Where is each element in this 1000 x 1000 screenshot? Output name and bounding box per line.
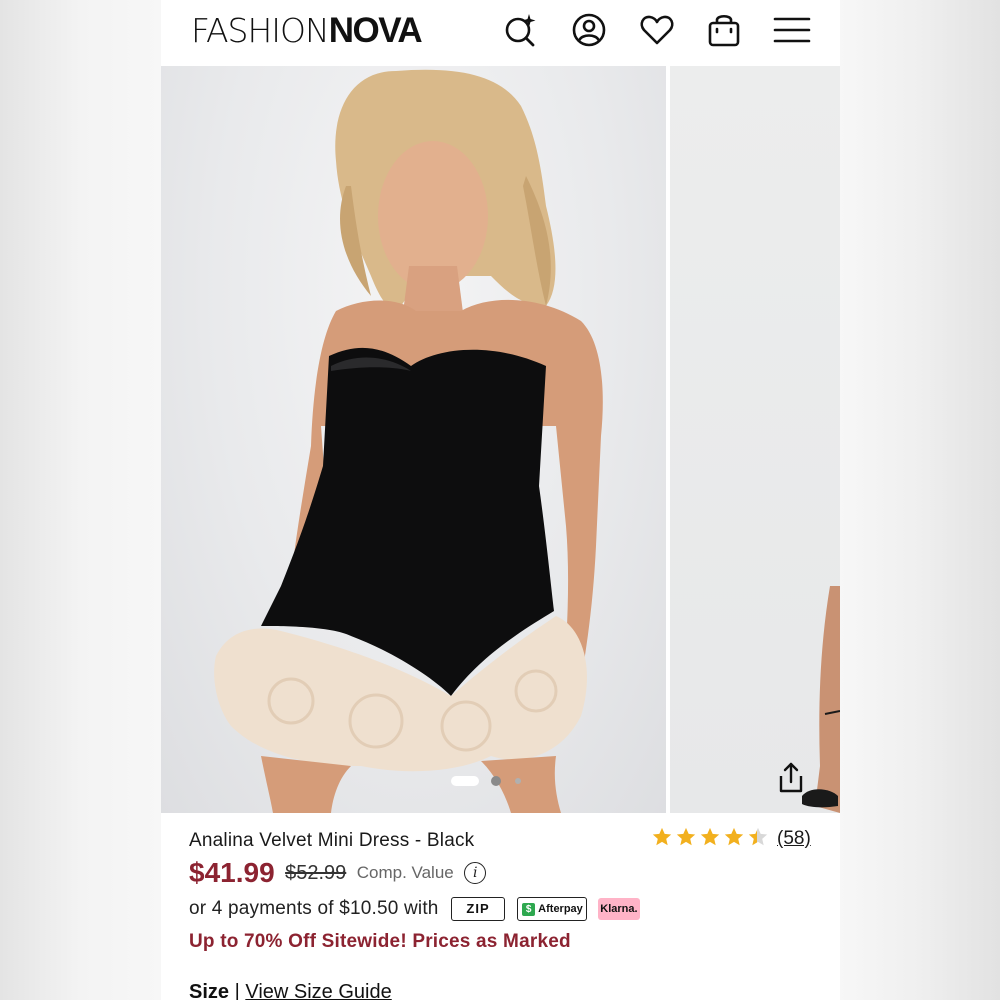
account-icon[interactable] [569,10,609,50]
product-page: FASHIONNOVA Analina Velvet Mini Dress - … [161,0,840,1000]
menu-icon[interactable] [772,10,812,50]
carousel-dot[interactable] [491,776,501,786]
review-count-link[interactable]: (58) [777,828,811,850]
share-icon[interactable] [773,760,809,796]
afterpay-logo-icon: $ [522,902,536,916]
star-icon-full [676,827,696,846]
zip-badge[interactable]: ZIP [451,897,506,921]
star-icon-half [748,827,768,846]
carousel-dot-active[interactable] [451,776,479,786]
product-image-main[interactable] [161,66,666,813]
model-photo-illustration [214,69,603,813]
ai-search-icon[interactable] [501,10,541,50]
star-icon-full [724,827,744,846]
star-icon-full [652,827,672,846]
size-row: Size | View Size Guide [189,981,392,1000]
size-guide-link[interactable]: View Size Guide [245,981,391,1000]
original-price: $52.99 [285,861,347,884]
installment-row: or 4 payments of $10.50 with ZIP $ Afterp… [189,897,640,923]
carousel-dot[interactable] [515,778,521,784]
product-image-gallery[interactable] [161,66,840,813]
afterpay-badge[interactable]: $ Afterpay [517,897,588,921]
logo-text-bold: NOVA [328,11,423,50]
installment-text: or 4 payments of $10.50 with [189,898,439,919]
site-header: FASHIONNOVA [161,0,840,66]
shopping-bag-icon[interactable] [704,10,744,50]
product-title: Analina Velvet Mini Dress - Black [189,830,475,851]
comp-value-label: Comp. Value [356,863,454,882]
size-separator: | [229,981,246,1000]
sale-price: $41.99 [189,857,275,888]
afterpay-label: Afterpay [538,903,583,915]
promo-banner: Up to 70% Off Sitewide! Prices as Marked [189,931,571,952]
logo-text-thin: FASHION [191,11,330,50]
star-icon-full [700,827,720,846]
wishlist-heart-icon[interactable] [637,10,677,50]
size-label: Size [189,981,230,1000]
price-row: $41.99 $52.99 Comp. Value i [189,857,487,893]
info-icon[interactable]: i [464,862,487,884]
product-info: Analina Velvet Mini Dress - Black (58) $… [161,813,840,1000]
fashion-nova-logo[interactable]: FASHIONNOVA [191,10,423,51]
next-photo-illustration [802,586,840,813]
product-image-next[interactable] [670,66,840,813]
klarna-badge[interactable]: Klarna. [597,898,640,920]
